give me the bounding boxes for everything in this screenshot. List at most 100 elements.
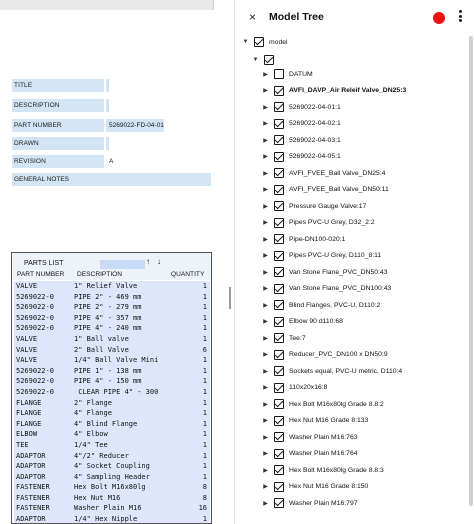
tree-node-item[interactable]: ▶ Hex Nut M16 Grade 8:150: [261, 479, 368, 495]
chevron-right-icon[interactable]: ▶: [261, 467, 270, 474]
tree-checkbox[interactable]: [274, 316, 284, 327]
chevron-right-icon[interactable]: ▶: [261, 170, 270, 177]
parts-list-row[interactable]: 5269022-0 PIPE 4" - 357 mm 1: [14, 312, 210, 324]
tree-checkbox[interactable]: [274, 415, 284, 426]
chevron-right-icon[interactable]: ▶: [261, 318, 270, 325]
revision-value[interactable]: A: [106, 155, 113, 168]
tree-node-item[interactable]: ▶ DATUM: [261, 66, 313, 82]
tree-checkbox[interactable]: [274, 267, 284, 277]
tree-checkbox[interactable]: [274, 333, 284, 343]
parts-list-row[interactable]: FASTENER Hex Nut M16 8: [14, 492, 210, 504]
tree-checkbox[interactable]: [274, 102, 284, 112]
tree-node-item[interactable]: ▶ Reducer_PVC_DN100 x DN50:9: [261, 347, 388, 363]
parts-list-row[interactable]: VALVE 1/4" Ball Valve Mini 1: [14, 355, 210, 366]
chevron-right-icon[interactable]: ▶: [261, 384, 270, 391]
parts-list-row[interactable]: FASTENER Hex Bolt M16x80lg 8: [14, 482, 210, 493]
tree-node-item[interactable]: ▶ Pipe-DN100-020:1: [261, 231, 345, 247]
parts-list-row[interactable]: VALVE 1" Relief Valve 1: [14, 281, 210, 292]
tree-node-item[interactable]: ▶ Sockets equal, PVC-U metric, D110:4: [261, 363, 402, 379]
chevron-right-icon[interactable]: ▶: [261, 335, 270, 342]
tree-checkbox[interactable]: [274, 481, 284, 492]
chevron-right-icon[interactable]: ▶: [261, 500, 270, 507]
chevron-right-icon[interactable]: ▶: [261, 153, 270, 160]
tree-checkbox[interactable]: [274, 234, 284, 244]
tree-node-item[interactable]: ▶ AVFI_FVEE_Ball Valve_DN50:11: [261, 182, 389, 198]
tree-node-item[interactable]: ▶ 5269022-04-02:1: [261, 116, 341, 132]
tree-checkbox[interactable]: [274, 217, 284, 228]
chevron-down-icon[interactable]: ▼: [251, 57, 260, 63]
chevron-right-icon[interactable]: ▶: [261, 186, 270, 193]
tree-node-item[interactable]: ▶ Hex Bolt M16x80lg Grade 8.8:2: [261, 396, 384, 412]
tree-checkbox[interactable]: [274, 349, 284, 360]
tree-checkbox[interactable]: [274, 250, 284, 261]
tree-node-item[interactable]: ▶ 5269022-04-01:1: [261, 99, 341, 115]
parts-list-row[interactable]: ADAPTOR 4" Socket Coupling 1: [14, 461, 210, 472]
parts-list-row[interactable]: FLANGE 2" Flange 1: [14, 397, 210, 409]
chevron-right-icon[interactable]: ▶: [261, 285, 270, 292]
column-header-part-number[interactable]: PART NUMBER: [17, 271, 64, 278]
tree-node-item[interactable]: ▶ Pressure Gauge Valve:17: [261, 198, 366, 214]
tree-node-item[interactable]: ▶ AVFI_DAVP_Air Releif Valve_DN25:3: [261, 83, 406, 99]
sort-descending-icon[interactable]: ↓: [157, 257, 161, 266]
drawn-value[interactable]: [106, 137, 109, 150]
chevron-right-icon[interactable]: ▶: [261, 252, 270, 259]
tree-checkbox[interactable]: [274, 448, 284, 459]
pane-splitter[interactable]: [226, 0, 234, 524]
chevron-right-icon[interactable]: ▶: [261, 120, 270, 127]
tree-checkbox[interactable]: [274, 498, 284, 508]
parts-list-row[interactable]: VALVE 1" Ball valve 1: [14, 333, 210, 345]
description-value[interactable]: [106, 99, 109, 112]
tree-node-item[interactable]: ▶ Van Stone Flane_PVC_DN50:43: [261, 264, 388, 280]
chevron-right-icon[interactable]: ▶: [261, 137, 270, 144]
tree-node-item[interactable]: ▶ 5269022-04-03:1: [261, 132, 341, 148]
tree-checkbox[interactable]: [274, 283, 284, 294]
chevron-right-icon[interactable]: ▶: [261, 236, 270, 243]
tree-node-item[interactable]: ▶ Tee:7: [261, 330, 306, 346]
chevron-right-icon[interactable]: ▶: [261, 351, 270, 358]
parts-list-row[interactable]: ADAPTOR 1/4" Hex Nipple 1: [14, 514, 210, 523]
splitter-grip-icon[interactable]: [229, 287, 231, 309]
more-options-icon[interactable]: [457, 9, 463, 25]
chevron-right-icon[interactable]: ▶: [261, 87, 270, 94]
tree-checkbox-level1[interactable]: [264, 55, 274, 65]
parts-list-search-input[interactable]: [100, 260, 145, 269]
tree-checkbox[interactable]: [274, 201, 284, 211]
parts-list-row[interactable]: VALVE 2" Ball Valve 6: [14, 344, 210, 356]
parts-list-row[interactable]: FLANGE 4" Blind Flange 1: [14, 418, 210, 430]
tree-node-item[interactable]: ▶ Washer Plain M16:797: [261, 495, 358, 511]
column-header-quantity[interactable]: QUANTITY: [171, 271, 204, 278]
tree-node-model[interactable]: ▼ model: [241, 34, 288, 50]
chevron-right-icon[interactable]: ▶: [261, 401, 270, 408]
parts-list-row[interactable]: ADAPTOR 4"/2" Reducer 1: [14, 450, 210, 462]
parts-list-row[interactable]: ADAPTOR 4" Sampling Header 1: [14, 471, 210, 483]
close-icon[interactable]: ×: [249, 10, 256, 24]
tree-checkbox[interactable]: [274, 465, 284, 475]
chevron-right-icon[interactable]: ▶: [261, 483, 270, 490]
tree-node-item[interactable]: ▶ Pipes PVC-U Grey, D32_2:2: [261, 215, 375, 231]
chevron-down-icon[interactable]: ▼: [241, 39, 250, 45]
chevron-right-icon[interactable]: ▶: [261, 450, 270, 457]
tree-node-item[interactable]: ▶ AVFI_FVEE_Ball Valve_DN25:4: [261, 165, 385, 181]
model-tree-scrollbar[interactable]: [469, 36, 473, 506]
tree-checkbox[interactable]: [274, 184, 284, 195]
tree-checkbox[interactable]: [274, 151, 284, 162]
column-header-description[interactable]: DESCRIPTION: [77, 271, 122, 278]
parts-list-row[interactable]: FASTENER Washer Plain M16 16: [14, 503, 210, 515]
tree-node-item[interactable]: ▶ Pipes PVC-U Grey, D110_8:11: [261, 248, 381, 264]
tree-checkbox[interactable]: [274, 399, 284, 409]
tree-node-item[interactable]: ▶ Elbow 90 d110:68: [261, 314, 343, 330]
parts-list-row[interactable]: TEE 1/4" Tee 1: [14, 439, 210, 451]
tree-node-item[interactable]: ▶ Washer Plain M16:764: [261, 446, 358, 462]
chevron-right-icon[interactable]: ▶: [261, 71, 270, 78]
chevron-right-icon[interactable]: ▶: [261, 368, 270, 375]
chevron-right-icon[interactable]: ▶: [261, 104, 270, 111]
tree-checkbox[interactable]: [274, 432, 284, 442]
chevron-right-icon[interactable]: ▶: [261, 434, 270, 441]
tree-checkbox[interactable]: [274, 300, 284, 310]
tree-node-item[interactable]: ▶ Van Stone Flane_PVC_DN100:43: [261, 281, 391, 297]
chevron-right-icon[interactable]: ▶: [261, 219, 270, 226]
parts-list-row[interactable]: 5269022-0 CLEAR PIPE 4" - 300 1: [14, 386, 210, 398]
chevron-right-icon[interactable]: ▶: [261, 302, 270, 309]
tree-checkbox[interactable]: [274, 85, 284, 96]
chevron-right-icon[interactable]: ▶: [261, 417, 270, 424]
